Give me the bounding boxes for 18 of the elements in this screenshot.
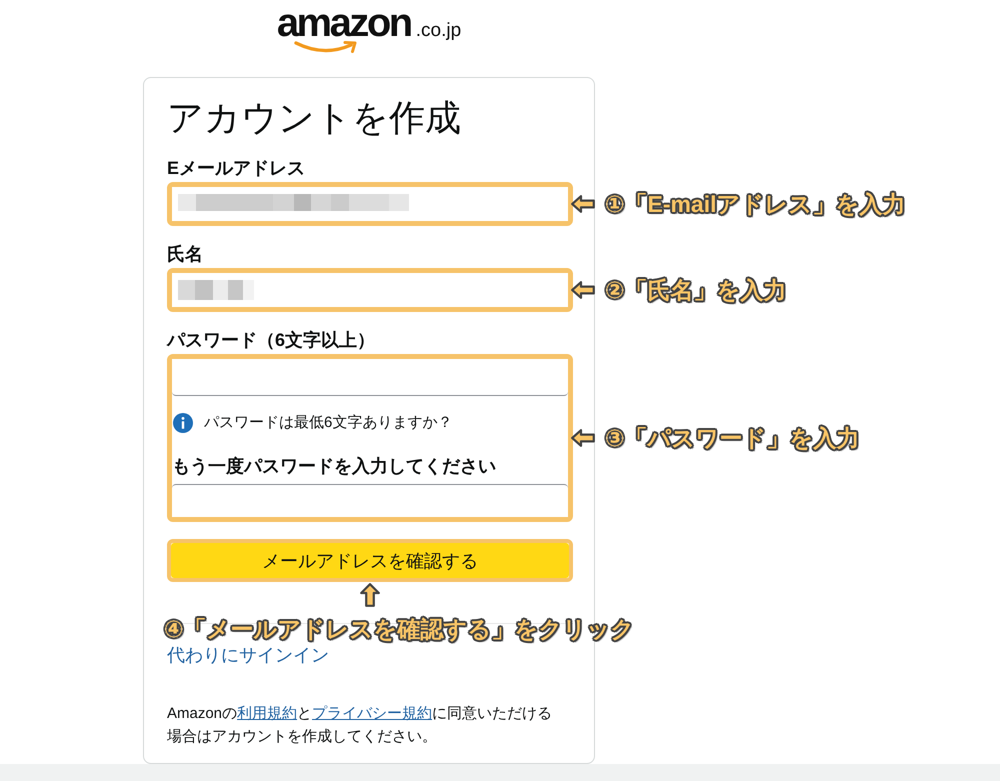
hint-text: パスワードは最低6文字ありますか？	[204, 413, 452, 433]
policy-link[interactable]: プライバシー規約	[312, 705, 432, 722]
smile-arrow-icon	[294, 40, 358, 55]
page-title: アカウントを作成	[167, 96, 462, 140]
field-label: 氏名	[167, 243, 204, 265]
annotation-text: ④「メールアドレスを確認する」をクリック	[164, 615, 634, 644]
annotation-text: ②「氏名」を入力	[605, 276, 786, 305]
annotation-text: ①「E-mailアドレス」を入力	[605, 190, 906, 219]
field-label: もう一度パスワードを入力してください	[172, 455, 497, 477]
logo-wordmark: amazon	[276, 3, 411, 43]
logo-domain-text: .co.jp	[416, 20, 462, 42]
annotation-text: ③「パスワード」を入力	[605, 424, 860, 453]
field-label: パスワード（6文字以上）	[167, 329, 376, 351]
field-label: Eメールアドレス	[167, 157, 306, 179]
policy-link[interactable]: 利用規約	[237, 705, 298, 722]
terms-text: Amazonの利用規約 と プライバシー規約に同意いただける場合はアカウントを作成してください。	[167, 704, 554, 747]
verify-email-button[interactable]: メールアドレスを確認する	[171, 543, 569, 578]
sign-in-link[interactable]: 代わりにサインイン	[167, 644, 329, 666]
